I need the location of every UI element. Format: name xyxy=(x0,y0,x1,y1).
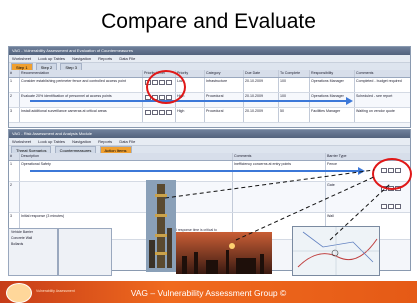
footer-text: VAG – Vulnerability Assessment Group © xyxy=(130,288,287,298)
dashed-connectors xyxy=(164,169,391,241)
slide: Compare and Evaluate VAG - Vulnerability… xyxy=(0,0,417,303)
